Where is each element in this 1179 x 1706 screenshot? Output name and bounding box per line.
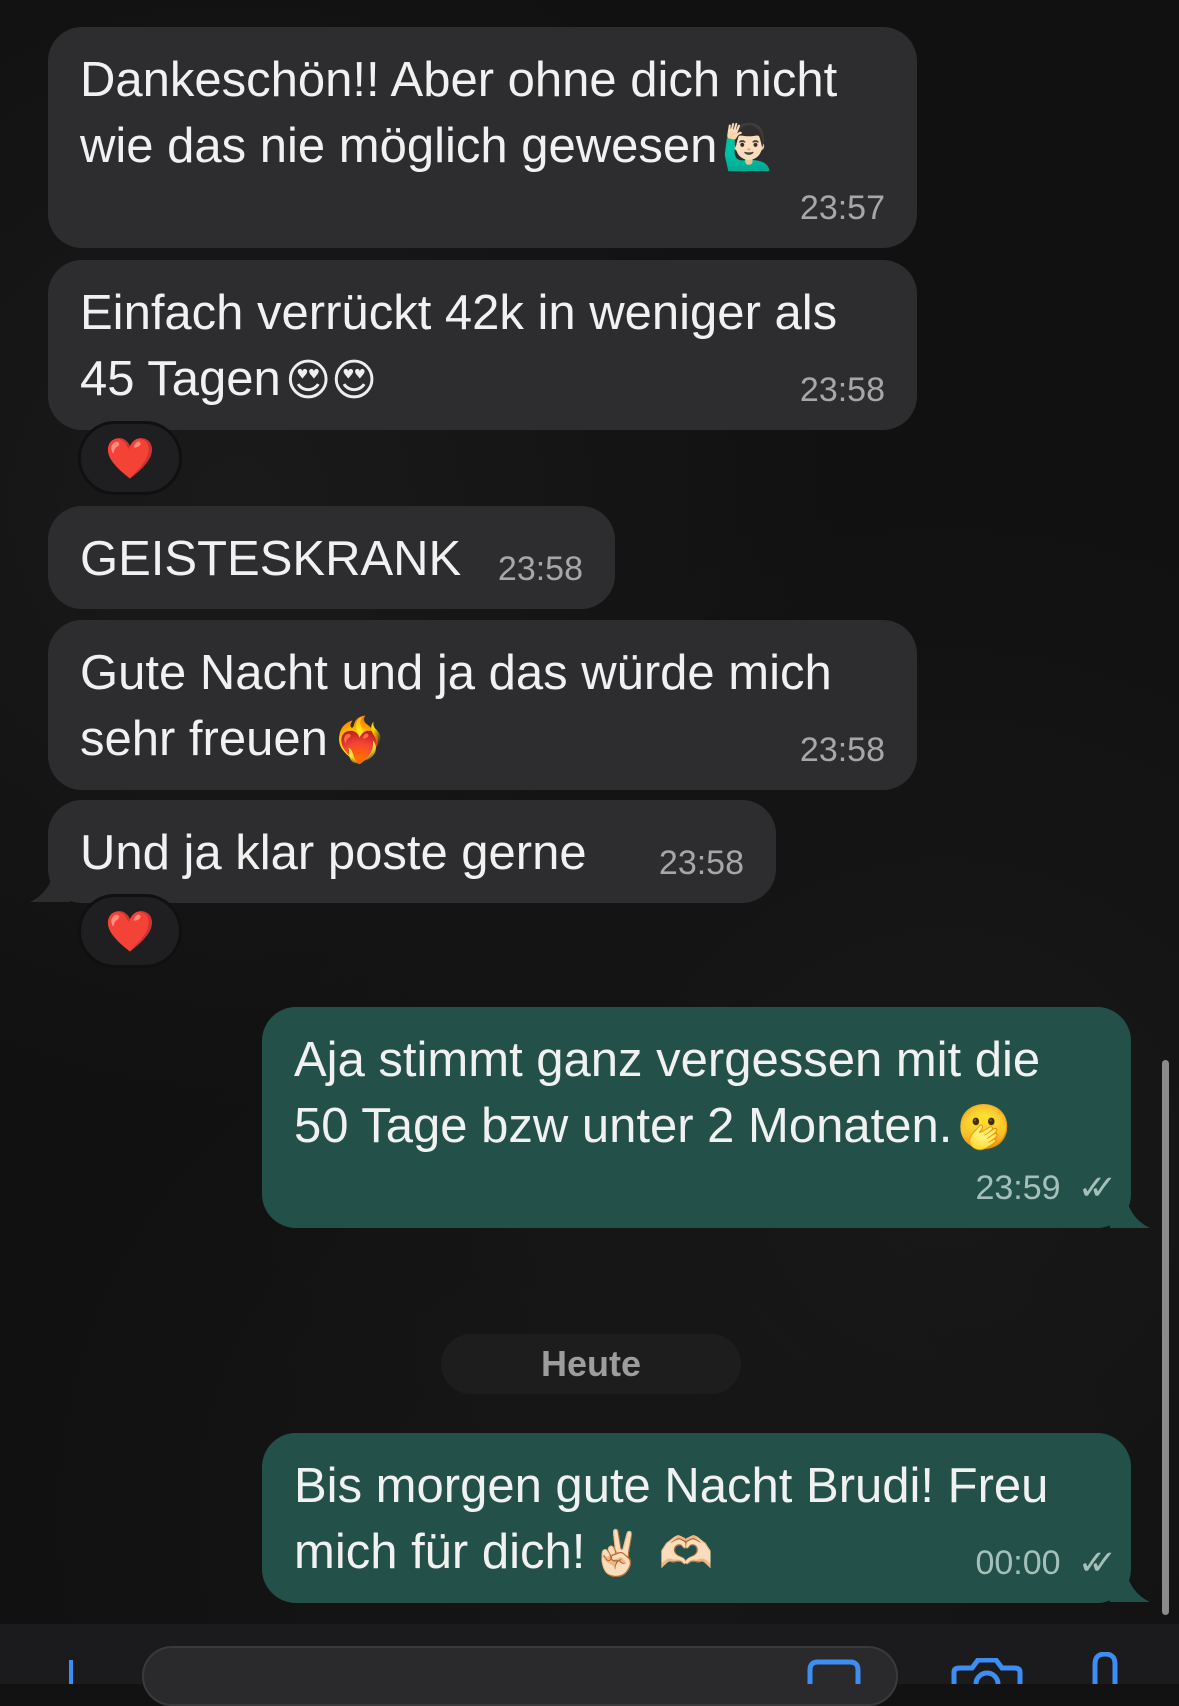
message-meta: 00:00 ✓✓ bbox=[975, 1543, 1117, 1583]
double-check-icon: ✓✓ bbox=[1078, 1544, 1117, 1582]
message-bubble-incoming[interactable]: Einfach verrückt 42k in weniger als 45 T… bbox=[48, 260, 917, 430]
message-bubble-incoming[interactable]: GEISTESKRANK 23:58 bbox=[48, 506, 615, 609]
bubble-tail-icon bbox=[1110, 1562, 1150, 1602]
victory-heart-hands-emoji-icon: ✌🏻 🫶🏻 bbox=[589, 1528, 714, 1579]
message-bubble-outgoing[interactable]: Bis morgen gute Nacht Brudi! Freu mich f… bbox=[262, 1433, 1131, 1603]
message-reaction[interactable]: ❤️ bbox=[78, 421, 182, 495]
message-bubble-outgoing[interactable]: Aja stimmt ganz vergessen mit die 50 Tag… bbox=[262, 1007, 1131, 1228]
message-text: Einfach verrückt 42k in weniger als 45 T… bbox=[80, 286, 838, 406]
message-meta: 23:59 ✓✓ bbox=[975, 1168, 1117, 1208]
face-with-hand-over-mouth-emoji-icon: 🫢 bbox=[956, 1102, 1012, 1153]
raising-hand-emoji-icon: 🙋🏻‍♂️ bbox=[721, 122, 777, 173]
date-separator: Heute bbox=[441, 1334, 741, 1394]
sticker-icon[interactable] bbox=[804, 1658, 864, 1684]
microphone-icon[interactable] bbox=[1088, 1652, 1122, 1684]
message-text: Und ja klar poste gerne bbox=[80, 826, 587, 880]
message-bubble-incoming[interactable]: Gute Nacht und ja das würde mich sehr fr… bbox=[48, 620, 917, 790]
message-time: 23:58 bbox=[799, 371, 885, 409]
message-text: Aja stimmt ganz vergessen mit die 50 Tag… bbox=[294, 1033, 1041, 1153]
double-check-icon: ✓✓ bbox=[1078, 1169, 1117, 1207]
message-bubble-incoming[interactable]: Und ja klar poste gerne 23:58 bbox=[48, 800, 776, 903]
message-time: 23:58 bbox=[799, 731, 885, 769]
message-text: GEISTESKRANK bbox=[80, 532, 462, 586]
message-reaction[interactable]: ❤️ bbox=[78, 894, 182, 968]
message-time: 23:58 bbox=[658, 844, 744, 882]
message-time: 00:00 bbox=[975, 1544, 1061, 1582]
camera-icon[interactable] bbox=[950, 1658, 1024, 1684]
message-time: 23:58 bbox=[497, 550, 583, 588]
heart-on-fire-emoji-icon: ❤️‍🔥 bbox=[332, 715, 388, 766]
bubble-tail-icon bbox=[1110, 1188, 1150, 1228]
bubble-tail-icon bbox=[30, 862, 70, 902]
heart-icon: ❤️ bbox=[105, 908, 155, 955]
message-text: Gute Nacht und ja das würde mich sehr fr… bbox=[80, 646, 832, 766]
plus-icon[interactable] bbox=[56, 1656, 86, 1684]
message-time: 23:57 bbox=[799, 189, 885, 227]
scrollbar[interactable] bbox=[1162, 1060, 1169, 1615]
heart-icon: ❤️ bbox=[105, 435, 155, 482]
message-input[interactable] bbox=[142, 1646, 898, 1706]
message-bubble-incoming[interactable]: Dankeschön!! Aber ohne dich nicht wie da… bbox=[48, 27, 917, 248]
message-time: 23:59 bbox=[975, 1169, 1061, 1207]
heart-eyes-emoji-icon: 😍😍 bbox=[285, 355, 377, 406]
